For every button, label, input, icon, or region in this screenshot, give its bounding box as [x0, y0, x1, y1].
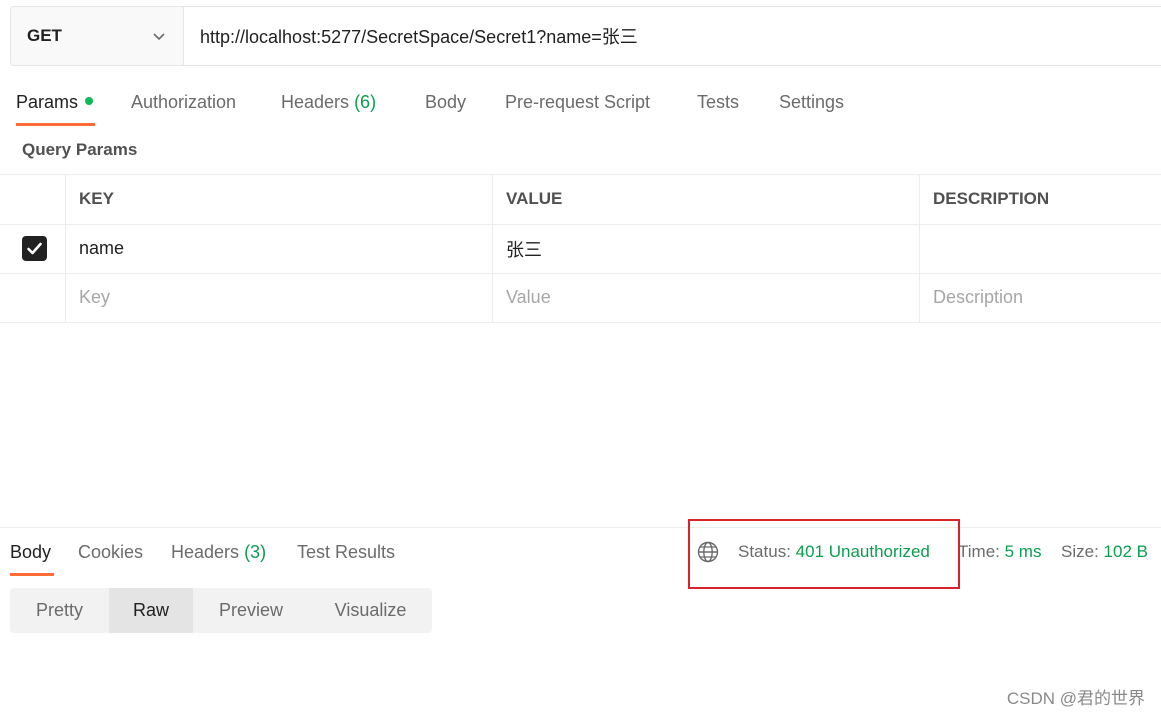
response-tab-test-results[interactable]: Test Results — [297, 542, 395, 563]
tab-params[interactable]: Params — [16, 92, 94, 113]
value-input[interactable]: Value — [493, 274, 920, 322]
table-row-new: Key Value Description — [0, 273, 1161, 323]
tab-tests[interactable]: Tests — [697, 92, 739, 113]
tab-pre-request-script[interactable]: Pre-request Script — [505, 92, 650, 113]
view-mode-label: Visualize — [334, 600, 407, 620]
response-tab-body[interactable]: Body — [10, 542, 51, 563]
request-bar: GET http://localhost:5277/SecretSpace/Se… — [10, 6, 1161, 66]
param-value: 张三 — [506, 239, 542, 260]
tab-settings[interactable]: Settings — [779, 92, 844, 113]
tab-label: Headers — [171, 542, 240, 562]
view-mode-label: Preview — [218, 600, 284, 620]
tab-label: Pre-request Script — [505, 92, 651, 112]
tab-body[interactable]: Body — [425, 92, 466, 113]
param-checkbox[interactable] — [22, 236, 47, 262]
response-size[interactable]: Size: 102 B — [1061, 542, 1148, 562]
active-tab-underline — [16, 123, 95, 126]
param-key: name — [79, 238, 125, 259]
description-input[interactable]: Description — [920, 274, 1161, 322]
query-params-title: Query Params — [22, 140, 138, 159]
column-header-value: VALUE — [493, 175, 920, 224]
column-header-description: DESCRIPTION — [933, 189, 1050, 209]
param-value-cell[interactable]: 张三 — [493, 224, 920, 273]
key-input[interactable]: Key — [66, 274, 493, 322]
url-text: http://localhost:5277/SecretSpace/Secret… — [200, 27, 638, 47]
method-select[interactable]: GET — [11, 7, 184, 65]
tab-label: Settings — [779, 92, 845, 112]
tab-label: Params — [16, 92, 79, 112]
view-mode-pretty[interactable]: Pretty — [10, 588, 109, 633]
column-header-key: KEY — [66, 175, 493, 224]
params-table: KEY VALUE DESCRIPTION name 张三 Key Value … — [0, 174, 1161, 323]
response-divider — [0, 527, 1161, 528]
tab-label: Authorization — [131, 92, 237, 112]
status-highlight-annotation — [688, 519, 960, 589]
row-check-cell — [0, 274, 66, 322]
time-label: Time: — [958, 542, 1000, 561]
tab-label: Headers — [281, 92, 350, 112]
table-header-row: KEY VALUE DESCRIPTION — [0, 174, 1161, 224]
view-mode-preview[interactable]: Preview — [193, 588, 309, 633]
tab-headers[interactable]: Headers (6) — [281, 92, 376, 113]
row-check-cell — [0, 224, 66, 273]
view-mode-selector: Pretty Raw Preview Visualize — [10, 588, 432, 633]
tab-label: Cookies — [78, 542, 144, 562]
view-mode-raw[interactable]: Raw — [109, 588, 193, 633]
view-mode-label: Raw — [132, 600, 169, 620]
tab-authorization[interactable]: Authorization — [131, 92, 236, 113]
method-label: GET — [27, 26, 62, 45]
tab-label: Body — [10, 542, 52, 562]
param-description-cell[interactable] — [920, 225, 1161, 274]
checkmark-icon — [27, 242, 42, 255]
tab-count: (3) — [244, 542, 267, 562]
response-tab-headers[interactable]: Headers (3) — [171, 542, 266, 563]
header-check-cell — [0, 175, 66, 224]
watermark: CSDN @君的世界 — [1006, 689, 1145, 708]
tab-label: Tests — [697, 92, 740, 112]
url-input[interactable]: http://localhost:5277/SecretSpace/Secret… — [184, 7, 1161, 65]
param-key-cell[interactable]: name — [66, 224, 493, 273]
view-mode-visualize[interactable]: Visualize — [309, 588, 432, 633]
tab-label: Body — [425, 92, 467, 112]
params-active-dot-icon — [85, 97, 94, 105]
time-value: 5 ms — [1004, 542, 1042, 561]
view-mode-label: Pretty — [35, 600, 83, 620]
response-tab-cookies[interactable]: Cookies — [78, 542, 143, 563]
size-value: 102 B — [1103, 542, 1148, 561]
response-time[interactable]: Time: 5 ms — [958, 542, 1041, 562]
response-active-tab-underline — [10, 573, 54, 576]
chevron-down-icon — [153, 33, 165, 41]
table-row: name 张三 — [0, 223, 1161, 274]
request-tabs: Params Authorization Headers (6) Body Pr… — [0, 78, 1161, 128]
tab-count: (6) — [354, 92, 377, 112]
tab-label: Test Results — [297, 542, 396, 562]
size-label: Size: — [1061, 542, 1099, 561]
